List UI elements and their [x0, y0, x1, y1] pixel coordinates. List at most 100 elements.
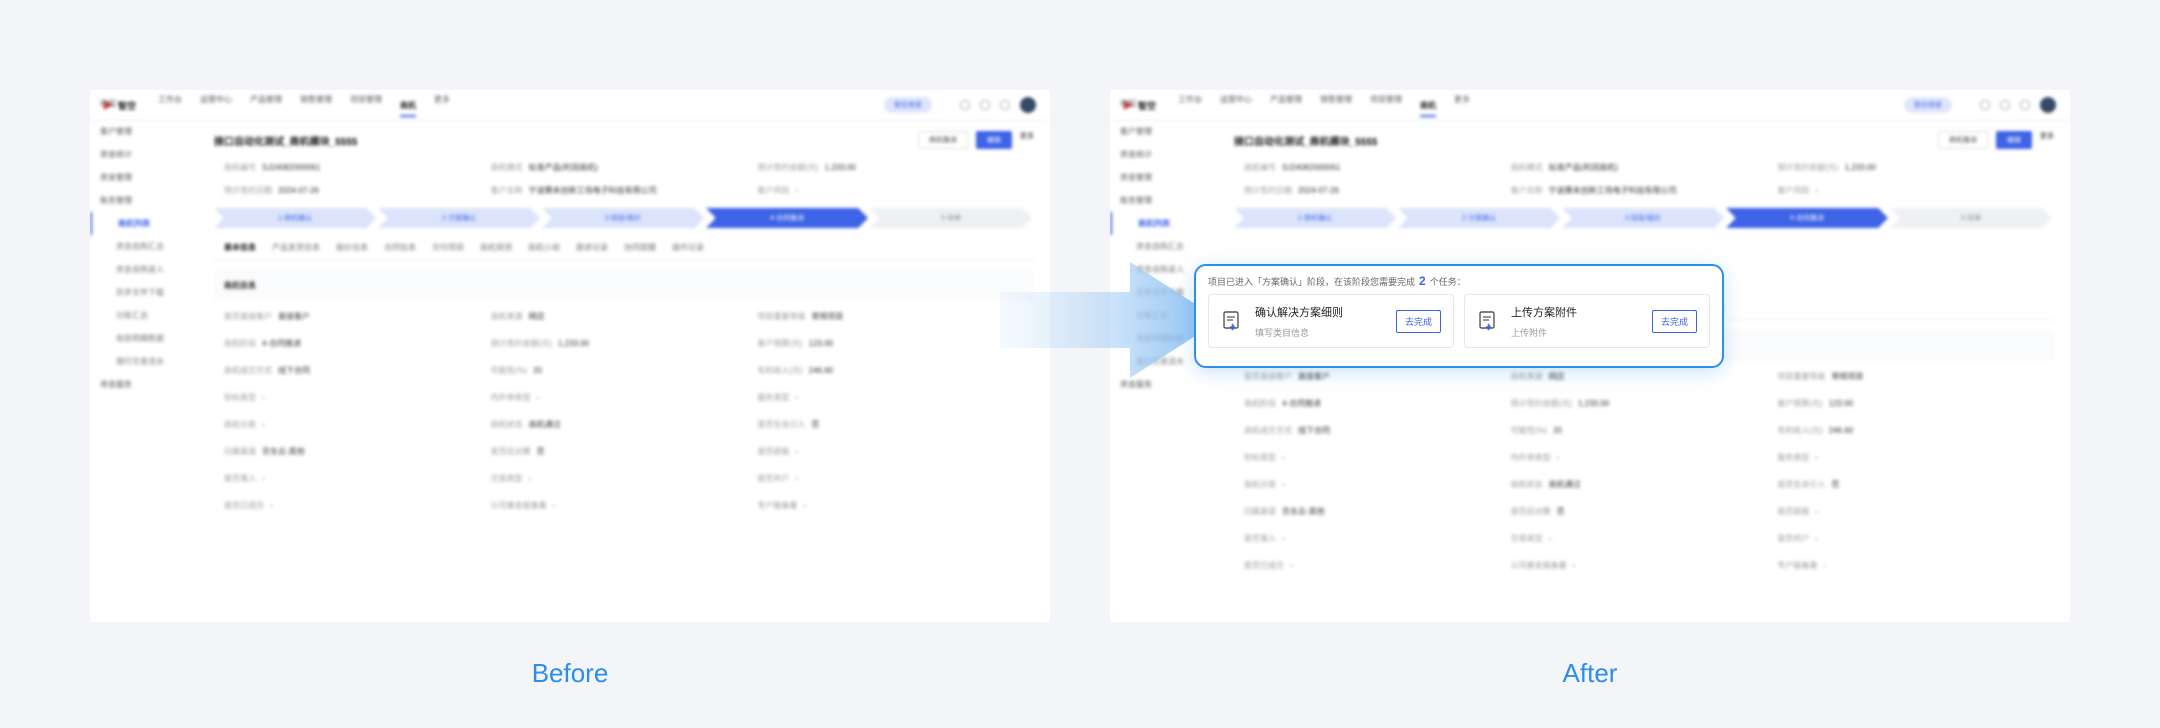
nav-item-more[interactable]: 更多: [1454, 94, 1470, 117]
stage-step[interactable]: 2-方案确认: [1398, 208, 1560, 228]
field-item: 归属渠道 京东云-其他: [1244, 507, 1325, 516]
advance-button[interactable]: 商机推进: [1938, 131, 1988, 149]
settings-icon[interactable]: [2020, 100, 2030, 110]
sidebar-collapse[interactable]: 收起: [1110, 92, 1146, 115]
sidebar-item-opportunity-list[interactable]: 商机列表: [90, 212, 200, 235]
nav-item-workbench[interactable]: 工作台: [1178, 94, 1202, 117]
task-card[interactable]: 上传方案附件 上传附件 去完成: [1464, 294, 1710, 348]
nav-item-products[interactable]: 产品管理: [250, 94, 282, 117]
avatar[interactable]: [2040, 97, 2056, 113]
section-title[interactable]: 商机信息: [214, 270, 1034, 301]
nav-item-operations[interactable]: 运营中心: [200, 94, 232, 117]
summary-item: 预计签约日期 2024-07-26: [1244, 186, 1339, 195]
sidebar-item-sub-1[interactable]: 资金自购汇总: [1110, 235, 1220, 258]
settings-icon[interactable]: [1000, 100, 1010, 110]
stage-step[interactable]: 5-验单: [870, 208, 1032, 228]
sidebar-item-customers[interactable]: 客户管理: [90, 120, 200, 143]
sidebar-item-fund-stats[interactable]: 资金统计: [1110, 143, 1220, 166]
sidebar-collapse[interactable]: 收起: [90, 92, 126, 115]
nav-item-operations[interactable]: 运营中心: [1220, 94, 1252, 117]
field-item: 是否生态引入否: [1777, 480, 1840, 489]
sidebar-item-customers[interactable]: 客户管理: [1110, 120, 1220, 143]
sidebar-item-sub-4[interactable]: 分账汇总: [90, 304, 200, 327]
sidebar: 客户管理 资金统计 资金管理 账务管理 商机列表 资金自购汇总 资金自购录入 异…: [1110, 99, 1221, 389]
advance-button[interactable]: 商机推进: [918, 131, 968, 149]
notification-icon[interactable]: [960, 100, 970, 110]
top-nav: 智空 工作台 运营中心 产品管理 销售管理 项目管理 商机 更多 智空商家: [90, 90, 1050, 121]
edit-button[interactable]: 编辑: [1996, 131, 2032, 149]
more-button[interactable]: 更多: [1020, 131, 1034, 149]
summary-item: 客户风险 -: [757, 186, 798, 195]
sidebar-item-fund-mgmt[interactable]: 资金管理: [90, 166, 200, 189]
tab[interactable]: 协同提醒: [624, 242, 656, 253]
field-item: 是否提报 -: [757, 447, 798, 456]
avatar[interactable]: [1020, 97, 1036, 113]
field-item: 是否直接客户 直接客户: [224, 312, 310, 321]
field-item: 商机状态 商机通过: [1510, 480, 1581, 489]
field-item: 是否应对赛否: [490, 447, 545, 456]
nav-item-sales[interactable]: 销售管理: [1320, 94, 1352, 117]
tab-basic[interactable]: 基本信息: [224, 242, 256, 253]
field-item: 商机状态 商机通过: [490, 420, 561, 429]
help-icon[interactable]: [980, 100, 990, 110]
sidebar-item-opportunity-list[interactable]: 商机列表: [1110, 212, 1220, 235]
nav-item-products[interactable]: 产品管理: [1270, 94, 1302, 117]
tab[interactable]: 操作记录: [672, 242, 704, 253]
stage-step[interactable]: 1-商机确认: [214, 208, 376, 228]
sidebar-item-accounting[interactable]: 账务管理: [1110, 189, 1220, 212]
stage-step[interactable]: 2-方案确认: [378, 208, 540, 228]
help-icon[interactable]: [2000, 100, 2010, 110]
field-item: 是否已成交 -: [224, 501, 273, 510]
edit-button[interactable]: 编辑: [976, 131, 1012, 149]
sidebar-item-sub-1[interactable]: 资金自购汇总: [90, 235, 200, 258]
stage-step[interactable]: 1-商机确认: [1234, 208, 1396, 228]
complete-task-button[interactable]: 去完成: [1651, 309, 1697, 333]
promo-badge[interactable]: 智空商家: [884, 97, 932, 113]
stage-step-current[interactable]: 4-合同推进: [1726, 208, 1888, 228]
field-item: 较标类型 -: [224, 393, 265, 402]
nav-item-opportunity[interactable]: 商机: [400, 100, 417, 117]
field-item: 较标类型 -: [1244, 453, 1285, 462]
sidebar-item-sub-2[interactable]: 资金自购录入: [90, 258, 200, 281]
promo-badge[interactable]: 智空商家: [1904, 97, 1952, 113]
app-window: 智空 工作台 运营中心 产品管理 销售管理 项目管理 商机 更多 智空商家 客户…: [1110, 90, 2070, 570]
tab[interactable]: 商机预测: [480, 242, 512, 253]
tab[interactable]: 交付项目: [432, 242, 464, 253]
nav-item-projects[interactable]: 项目管理: [1370, 94, 1402, 117]
stage-step[interactable]: 3-招投/报价: [1562, 208, 1724, 228]
stage-step-current[interactable]: 4-合同推进: [706, 208, 868, 228]
nav-item-opportunity[interactable]: 商机: [1420, 100, 1437, 117]
sidebar: 客户管理 资金统计 资金管理 账务管理 商机列表 资金自购汇总 资金自购录入 异…: [90, 99, 201, 389]
sidebar-item-sub-3[interactable]: 异步文件下载: [90, 281, 200, 304]
sidebar-item-sub-6[interactable]: 银行交易流水: [90, 350, 200, 373]
field-item: 项目重要等级 常规项目: [1777, 372, 1864, 381]
sidebar-item-fund-stats[interactable]: 资金统计: [90, 143, 200, 166]
stage-step[interactable]: 5-验单: [1890, 208, 2052, 228]
complete-task-button[interactable]: 去完成: [1395, 309, 1441, 333]
more-button[interactable]: 更多: [2040, 131, 2054, 149]
tab[interactable]: 商机小组: [528, 242, 560, 253]
field-item: 商机分类 -: [224, 420, 265, 429]
sidebar-item-fund-service[interactable]: 资金服务: [90, 373, 200, 396]
notification-icon[interactable]: [1980, 100, 1990, 110]
field-item: 公司基金报备量 -: [1510, 561, 1576, 570]
sidebar-item-accounting[interactable]: 账务管理: [90, 189, 200, 212]
field-item: 内外单类型 -: [1510, 453, 1560, 462]
tab[interactable]: 报价信息: [336, 242, 368, 253]
nav-item-projects[interactable]: 项目管理: [350, 94, 382, 117]
field-item: 预计签约金额(元) 1,233.00: [1510, 399, 1610, 408]
stage-step[interactable]: 3-招投/报价: [542, 208, 704, 228]
nav-item-workbench[interactable]: 工作台: [158, 94, 182, 117]
task-card[interactable]: 确认解决方案细则 填写类目信息 去完成: [1208, 294, 1454, 348]
tab[interactable]: 产品发货信息: [272, 242, 320, 253]
nav-item-more[interactable]: 更多: [434, 94, 450, 117]
task-subtitle: 上传附件: [1511, 327, 1548, 338]
sidebar-item-fund-mgmt[interactable]: 资金管理: [1110, 166, 1220, 189]
field-item: 是否落入 -: [224, 474, 265, 483]
nav-item-sales[interactable]: 销售管理: [300, 94, 332, 117]
tab[interactable]: 合同信息: [384, 242, 416, 253]
field-item: 是否生态引入否: [757, 420, 820, 429]
tab[interactable]: 跟进记录: [576, 242, 608, 253]
sidebar-item-sub-5[interactable]: 收款明细数据: [90, 327, 200, 350]
nav-menu: 工作台 运营中心 产品管理 销售管理 项目管理 商机 更多: [1178, 94, 1470, 117]
